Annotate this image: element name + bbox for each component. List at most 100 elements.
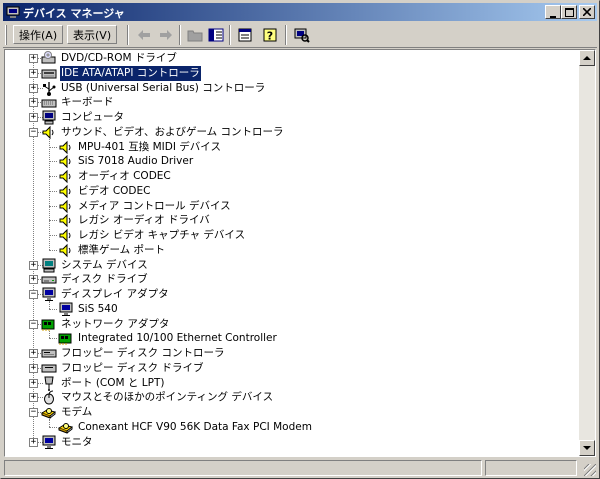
- floppy-controller-icon: [41, 349, 57, 358]
- up-folder-button[interactable]: [184, 25, 206, 45]
- tree-connector: [49, 330, 50, 339]
- maximize-icon: [564, 8, 574, 17]
- display-adapter-icon: [42, 287, 56, 301]
- tree-item[interactable]: + ディスク ドライブ: [5, 272, 580, 287]
- tree-child-label: MPU-401 互換 MIDI デバイス: [78, 140, 221, 153]
- tree-item[interactable]: + フロッピー ディスク ドライブ: [5, 361, 580, 376]
- back-button[interactable]: [133, 25, 155, 45]
- up-folder-icon: [187, 30, 203, 42]
- tree-child-item[interactable]: メディア コントロール デバイス: [5, 199, 580, 214]
- usb-icon: [43, 81, 56, 96]
- tree-connector: [49, 176, 57, 177]
- tree-connector: [49, 146, 57, 148]
- resize-grip[interactable]: [584, 464, 596, 476]
- expand-toggle[interactable]: +: [29, 98, 38, 108]
- computer-icon: [42, 110, 56, 125]
- tree-item[interactable]: − ディスプレイ アダプタ: [5, 287, 580, 302]
- scroll-up-button[interactable]: [579, 50, 595, 66]
- network-adapter-icon: [58, 333, 72, 346]
- tree-item[interactable]: − モデム: [5, 405, 580, 420]
- tree-item[interactable]: + コンピュータ: [5, 110, 580, 125]
- tree-connector: [49, 235, 57, 236]
- tree-item[interactable]: + マウスとそのほかのポインティング デバイス: [5, 390, 580, 405]
- tree-item[interactable]: + ポート (COM と LPT): [5, 376, 580, 391]
- close-button[interactable]: [579, 5, 595, 19]
- expand-toggle[interactable]: +: [29, 349, 38, 358]
- forward-button[interactable]: [155, 25, 177, 45]
- show-tree-button[interactable]: [205, 25, 227, 45]
- keyboard-icon: [41, 99, 57, 108]
- tree-child-item[interactable]: 標準ゲーム ポート: [5, 243, 580, 258]
- tree-item[interactable]: + USB (Universal Serial Bus) コントローラ: [5, 81, 580, 96]
- sound-icon: [42, 125, 54, 139]
- expand-toggle[interactable]: +: [29, 393, 38, 403]
- tree-item[interactable]: − サウンド、ビデオ、およびゲーム コントローラ: [5, 125, 580, 140]
- scroll-down-button[interactable]: [579, 440, 595, 456]
- scan-hardware-button[interactable]: [291, 25, 313, 45]
- collapse-toggle[interactable]: −: [29, 319, 38, 329]
- sound-device-icon: [59, 169, 71, 184]
- collapse-toggle[interactable]: −: [29, 290, 38, 299]
- tree-child-item[interactable]: Conexant HCF V90 56K Data Fax PCI Modem: [5, 420, 580, 435]
- tree-child-item[interactable]: ビデオ CODEC: [5, 184, 580, 199]
- help-icon: ?: [263, 28, 277, 43]
- tree-item-label: ディスプレイ アダプタ: [61, 288, 169, 300]
- tree-child-item[interactable]: MPU-401 互換 MIDI デバイス: [5, 140, 580, 155]
- tree-item[interactable]: + キーボード: [5, 95, 580, 110]
- tree-connector: [49, 220, 57, 222]
- expand-toggle[interactable]: +: [29, 260, 38, 270]
- tree-child-item[interactable]: SiS 7018 Audio Driver: [5, 154, 580, 169]
- expand-toggle[interactable]: +: [29, 437, 38, 447]
- tree-child-label: レガシ オーディオ ドライバ: [78, 214, 210, 227]
- tree-item[interactable]: + システム デバイス: [5, 258, 580, 273]
- tree-child-label: メディア コントロール デバイス: [78, 199, 231, 212]
- tree-child-item[interactable]: オーディオ CODEC: [5, 169, 580, 184]
- expand-toggle[interactable]: +: [29, 54, 38, 63]
- tree-item[interactable]: + DVD/CD-ROM ドライブ: [5, 51, 580, 66]
- tree-child-label: Integrated 10/100 Ethernet Controller: [78, 332, 277, 345]
- expand-toggle[interactable]: +: [29, 113, 38, 122]
- expand-toggle[interactable]: +: [29, 68, 38, 78]
- network-adapter-icon: [41, 319, 55, 331]
- tree-child-item[interactable]: レガシ オーディオ ドライバ: [5, 213, 580, 228]
- vertical-scrollbar[interactable]: [579, 50, 595, 456]
- help-button[interactable]: ?: [259, 25, 281, 45]
- tree-item-label: IDE ATA/ATAPI コントローラ: [60, 65, 201, 81]
- tree-child-item[interactable]: レガシ ビデオ キャプチャ デバイス: [5, 228, 580, 243]
- view-menu[interactable]: 表示(V): [67, 25, 118, 44]
- tree-item[interactable]: + モニタ: [5, 435, 580, 450]
- sound-device-icon: [59, 214, 71, 228]
- expand-toggle[interactable]: +: [29, 363, 38, 373]
- toolbar-separator: [285, 25, 287, 45]
- properties-button[interactable]: [234, 25, 256, 45]
- action-menu[interactable]: 操作(A): [13, 25, 64, 44]
- expand-toggle[interactable]: +: [29, 83, 38, 93]
- tree-item[interactable]: − ネットワーク アダプタ: [5, 317, 580, 332]
- expand-toggle[interactable]: +: [29, 378, 38, 388]
- forward-arrow-icon: [160, 30, 172, 40]
- sound-device-icon: [59, 184, 71, 198]
- toolbar-separator: [127, 25, 129, 45]
- tree-item-label: DVD/CD-ROM ドライブ: [61, 52, 177, 64]
- close-icon: [582, 7, 592, 17]
- tree-item[interactable]: + フロッピー ディスク コントローラ: [5, 346, 580, 361]
- tree-child-item[interactable]: Integrated 10/100 Ethernet Controller: [5, 331, 580, 346]
- collapse-toggle[interactable]: −: [29, 408, 38, 417]
- tree-child-item[interactable]: SiS 540: [5, 302, 580, 317]
- tree-item-label: キーボード: [61, 96, 114, 109]
- sound-device-icon: [59, 140, 71, 154]
- tree-item-label: システム デバイス: [61, 258, 148, 271]
- tree-item[interactable]: + IDE ATA/ATAPI コントローラ: [5, 65, 580, 81]
- show-tree-icon: [208, 28, 224, 42]
- tree-connector: [49, 426, 57, 428]
- collapse-toggle[interactable]: −: [29, 127, 38, 137]
- tree-connector: [49, 308, 57, 310]
- title-bar[interactable]: デバイス マネージャ: [3, 3, 597, 21]
- sound-device-icon: [59, 228, 71, 243]
- status-bar: [3, 459, 597, 477]
- expand-toggle[interactable]: +: [29, 275, 38, 285]
- tree-item-label: コンピュータ: [61, 111, 124, 123]
- modem-icon: [58, 422, 74, 434]
- minimize-button[interactable]: [545, 5, 561, 19]
- maximize-button[interactable]: [561, 5, 577, 19]
